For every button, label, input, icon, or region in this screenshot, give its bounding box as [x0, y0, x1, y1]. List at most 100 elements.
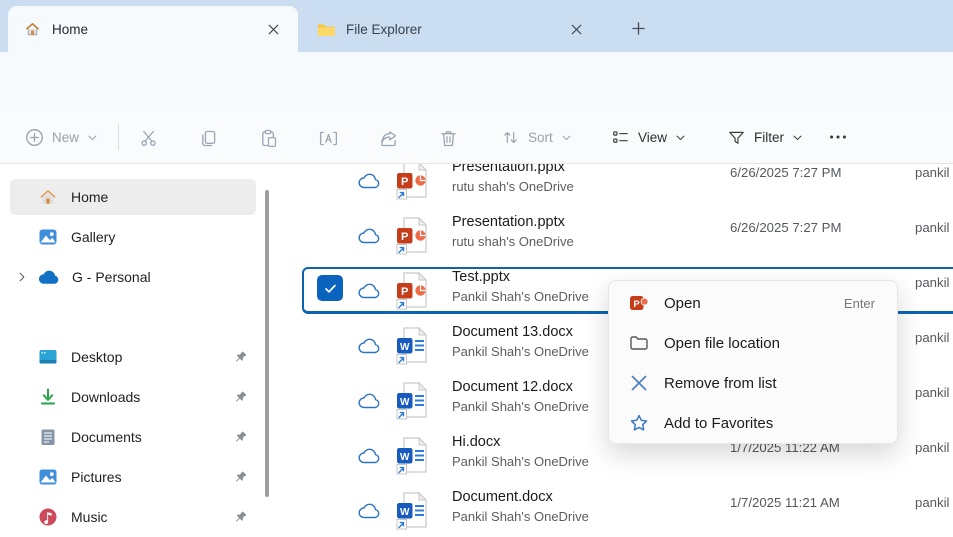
file-name: Document 12.docx — [452, 379, 573, 395]
context-menu-item-open[interactable]: P Open Enter — [613, 283, 893, 323]
file-location: Pankil Shah's OneDrive — [452, 344, 589, 359]
cloud-status-icon — [357, 391, 382, 410]
tab-bar: Home File Explorer — [0, 0, 953, 52]
pin-icon[interactable] — [234, 510, 248, 524]
file-owner: pankil — [915, 220, 949, 235]
view-button[interactable]: View — [602, 118, 695, 156]
copy-icon — [198, 128, 219, 149]
context-menu-item-add-to-favorites[interactable]: Add to Favorites — [613, 403, 893, 443]
more-options-button[interactable] — [827, 126, 849, 148]
new-button[interactable]: New — [16, 118, 107, 156]
file-name: Hi.docx — [452, 434, 500, 450]
svg-text:W: W — [400, 452, 410, 463]
word-file-icon: W — [394, 436, 432, 476]
tab-title: File Explorer — [346, 22, 552, 37]
file-location: Pankil Shah's OneDrive — [452, 289, 589, 304]
sidebar-item-label: Desktop — [71, 349, 122, 365]
powerpoint-file-icon: P — [394, 216, 432, 256]
checkbox-checked[interactable] — [317, 275, 343, 301]
sort-icon — [501, 128, 520, 147]
pin-icon[interactable] — [234, 390, 248, 404]
shortcut-hint: Enter — [844, 296, 875, 311]
file-name: Document 13.docx — [452, 324, 573, 340]
rename-icon — [318, 128, 339, 149]
context-menu: P Open Enter Open file location Remove f… — [608, 280, 898, 444]
new-tab-button[interactable] — [624, 14, 652, 42]
cloud-status-icon — [357, 171, 382, 190]
svg-text:P: P — [633, 299, 640, 310]
chevron-expand-icon[interactable] — [16, 271, 28, 283]
sidebar-item-g-personal[interactable]: G - Personal — [10, 259, 256, 295]
share-button[interactable] — [377, 127, 399, 149]
word-file-icon: W — [394, 326, 432, 366]
svg-text:W: W — [400, 397, 410, 408]
context-menu-label: Open — [664, 295, 701, 312]
tab-file-explorer[interactable]: File Explorer — [301, 6, 601, 52]
filter-button[interactable]: Filter — [718, 118, 812, 156]
context-menu-item-remove-from-list[interactable]: Remove from list — [613, 363, 893, 403]
ellipsis-icon — [827, 126, 849, 148]
file-owner: pankil — [915, 385, 949, 400]
close-icon[interactable] — [260, 16, 286, 42]
sidebar-item-label: Home — [71, 189, 108, 205]
onedrive-cloud-icon — [38, 270, 59, 285]
sidebar-item-music[interactable]: Music — [10, 499, 256, 535]
file-owner: pankil — [915, 330, 949, 345]
pictures-icon — [38, 467, 58, 487]
home-icon — [38, 187, 58, 207]
svg-text:W: W — [400, 342, 410, 353]
context-menu-label: Open file location — [664, 335, 780, 352]
new-button-label: New — [52, 130, 79, 145]
svg-text:P: P — [401, 286, 408, 298]
file-name: Document.docx — [452, 489, 553, 505]
home-icon — [24, 21, 41, 38]
sidebar-item-label: Gallery — [71, 229, 115, 245]
file-row-presentation-2[interactable]: P Presentation.pptx rutu shah's OneDrive… — [290, 208, 953, 263]
close-icon[interactable] — [563, 16, 589, 42]
cloud-status-icon — [357, 281, 382, 300]
sidebar-item-downloads[interactable]: Downloads — [10, 379, 256, 415]
filter-button-label: Filter — [754, 130, 784, 145]
star-icon — [629, 413, 649, 433]
file-date-modified: 6/26/2025 7:27 PM — [730, 220, 841, 235]
powerpoint-file-icon: P — [394, 271, 432, 311]
sidebar-item-pictures[interactable]: Pictures — [10, 459, 256, 495]
downloads-icon — [38, 387, 58, 407]
context-menu-label: Remove from list — [664, 375, 777, 392]
chevron-down-icon — [561, 132, 572, 143]
navigation-bar: Home — [0, 52, 953, 110]
filter-funnel-icon — [727, 128, 746, 147]
sidebar-item-desktop[interactable]: Desktop — [10, 339, 256, 375]
file-location: Pankil Shah's OneDrive — [452, 509, 589, 524]
pin-icon[interactable] — [234, 350, 248, 364]
cloud-status-icon — [357, 226, 382, 245]
tab-home[interactable]: Home — [8, 6, 298, 52]
svg-text:P: P — [401, 176, 408, 188]
word-file-icon: W — [394, 491, 432, 531]
word-file-icon: W — [394, 381, 432, 421]
share-icon — [378, 128, 399, 149]
cut-button[interactable] — [137, 127, 159, 149]
copy-button[interactable] — [197, 127, 219, 149]
sort-button[interactable]: Sort — [492, 118, 581, 156]
file-row-presentation-1[interactable]: P Presentation.pptx rutu shah's OneDrive… — [290, 164, 953, 208]
file-owner: pankil — [915, 165, 949, 180]
sidebar-item-documents[interactable]: Documents — [10, 419, 256, 455]
file-location: Pankil Shah's OneDrive — [452, 399, 589, 414]
file-row-document[interactable]: W Document.docx Pankil Shah's OneDrive 1… — [290, 483, 953, 537]
content-area: Home Gallery G - Personal Desktop — [0, 164, 953, 537]
delete-button[interactable] — [437, 127, 459, 149]
sidebar-item-label: Music — [71, 509, 108, 525]
powerpoint-icon: P — [629, 293, 649, 313]
pin-icon[interactable] — [234, 430, 248, 444]
sidebar-item-gallery[interactable]: Gallery — [10, 219, 256, 255]
file-name: Presentation.pptx — [452, 214, 565, 230]
file-location: rutu shah's OneDrive — [452, 179, 574, 194]
sidebar-item-home[interactable]: Home — [10, 179, 256, 215]
pin-icon[interactable] — [234, 470, 248, 484]
rename-button[interactable] — [317, 127, 339, 149]
sidebar-scrollbar[interactable] — [265, 190, 269, 497]
trash-icon — [438, 128, 459, 149]
paste-button[interactable] — [257, 127, 279, 149]
context-menu-item-open-file-location[interactable]: Open file location — [613, 323, 893, 363]
